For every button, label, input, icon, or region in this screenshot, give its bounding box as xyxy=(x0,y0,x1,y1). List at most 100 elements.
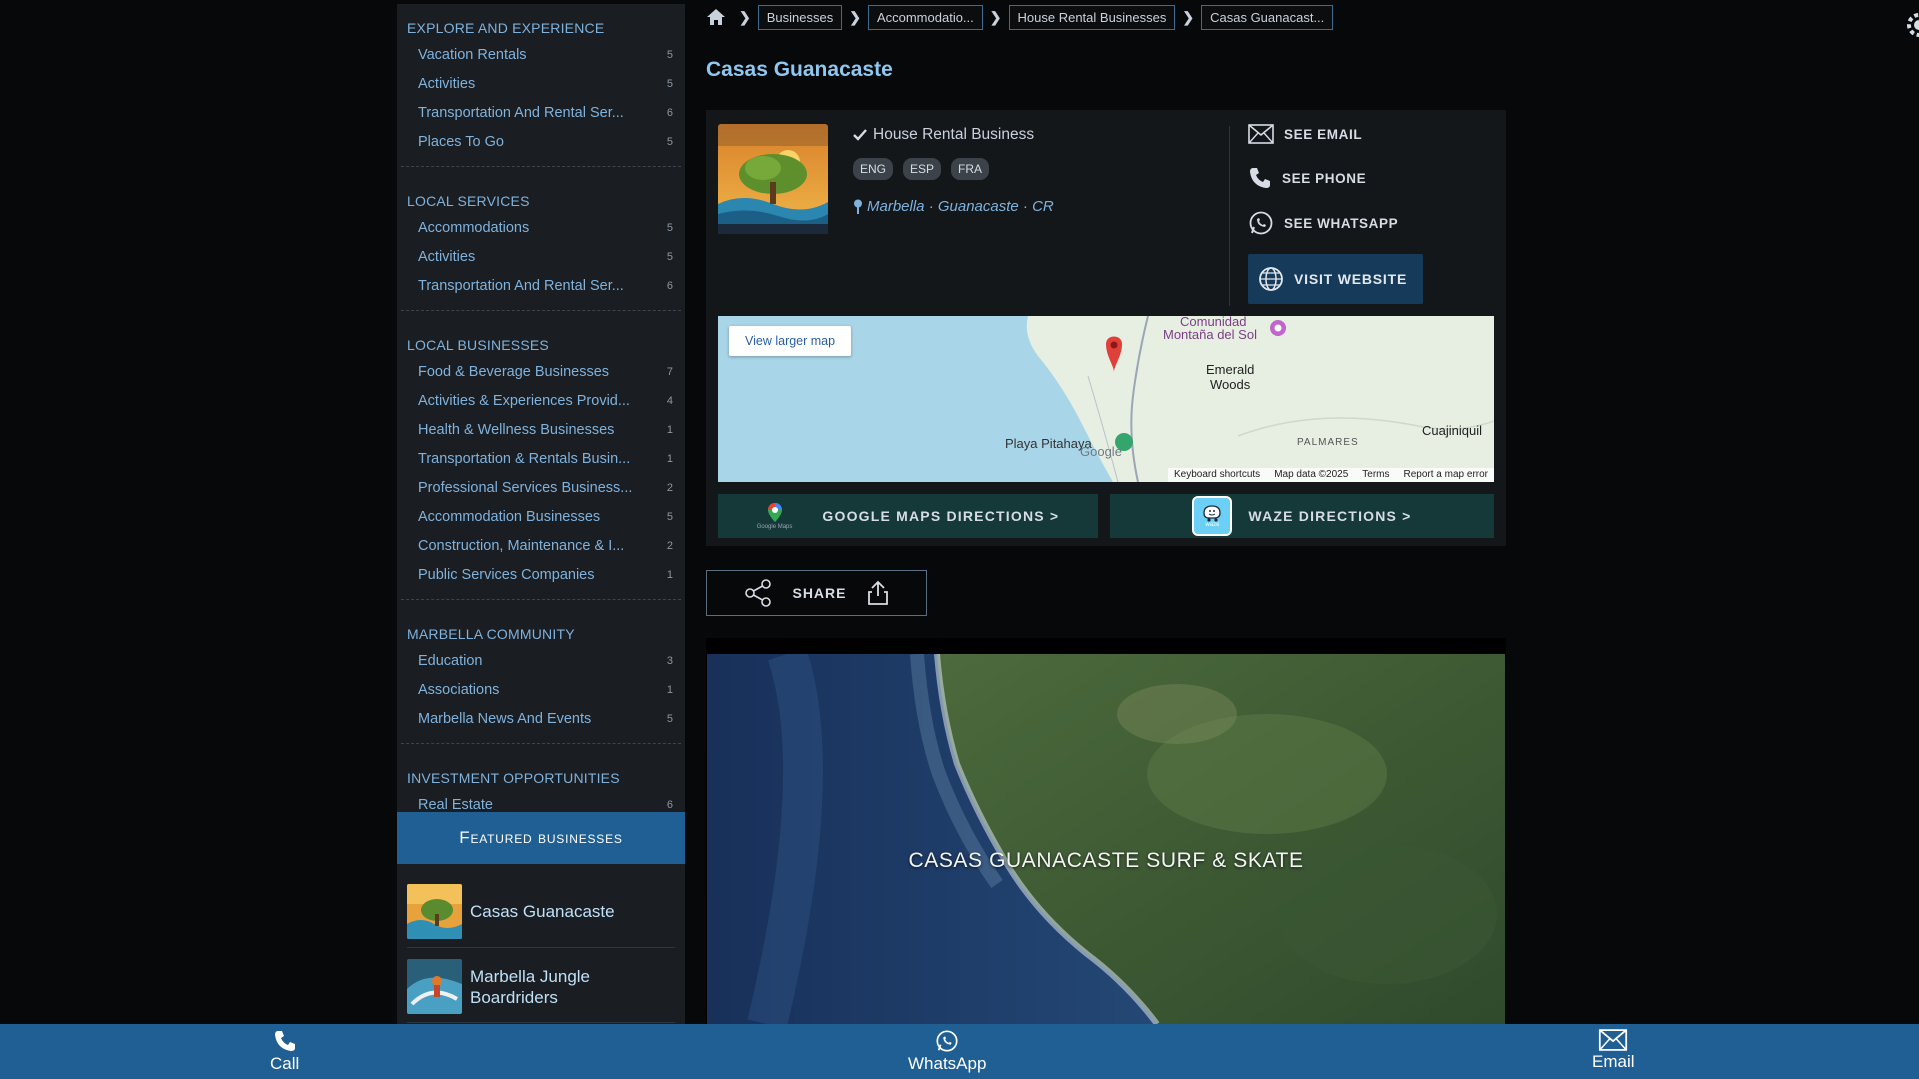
share-nodes-icon xyxy=(745,579,772,607)
email-button[interactable]: Email xyxy=(1592,1029,1635,1072)
sidebar-category-label: Activities & Experiences Provid... xyxy=(418,392,630,409)
sidebar-category-count: 7 xyxy=(666,365,673,378)
call-button[interactable]: Call xyxy=(270,1029,299,1074)
checkmark-icon xyxy=(853,129,867,141)
breadcrumb-current[interactable]: Casas Guanacast... xyxy=(1201,4,1334,30)
sidebar-category-item[interactable]: Transportation And Rental Ser... 6 xyxy=(401,98,681,127)
home-icon[interactable] xyxy=(706,7,726,27)
sidebar-category-label: Transportation And Rental Ser... xyxy=(418,104,624,121)
sidebar-category-item[interactable]: Vacation Rentals 5 xyxy=(401,40,681,69)
sidebar-category-item[interactable]: Transportation And Rental Ser... 6 xyxy=(401,271,681,300)
sidebar-category-count: 5 xyxy=(666,77,673,90)
sidebar-category-label: Places To Go xyxy=(418,133,504,150)
sidebar-category-count: 1 xyxy=(666,452,673,465)
map-label-emerald: Emerald xyxy=(1206,362,1255,377)
featured-item-name: Casas Guanacaste xyxy=(470,902,615,921)
map-label-playa-pitahaya: Playa Pitahaya xyxy=(1005,436,1092,451)
visit-website-button[interactable]: VISIT WEBSITE xyxy=(1248,254,1423,304)
see-phone-button[interactable]: SEE PHONE xyxy=(1248,166,1366,190)
terms-link[interactable]: Terms xyxy=(1362,469,1389,481)
sidebar-category-label: Transportation & Rentals Busin... xyxy=(418,450,631,467)
share-button[interactable]: SHARE xyxy=(706,570,927,616)
whatsapp-icon xyxy=(1249,211,1273,235)
sidebar-section: LOCAL BUSINESSES Food & Beverage Business… xyxy=(401,321,681,600)
view-larger-map-link[interactable]: View larger map xyxy=(729,326,852,356)
sidebar-category-label: Education xyxy=(418,652,483,669)
google-maps-caption: Google Maps xyxy=(756,524,793,530)
breadcrumb-businesses[interactable]: Businesses xyxy=(757,4,843,30)
sidebar-category-item[interactable]: Activities 5 xyxy=(401,69,681,98)
embedded-map[interactable]: View larger map Comunidad Montaña del So… xyxy=(718,316,1494,482)
business-type-label: House Rental Business xyxy=(873,126,1035,143)
category-sections: EXPLORE AND EXPERIENCE Vacation Rentals 5 A… xyxy=(397,4,685,830)
phone-icon xyxy=(274,1031,295,1051)
sidebar-category-count: 5 xyxy=(666,48,673,61)
sidebar-category-item[interactable]: Education 3 xyxy=(401,646,681,675)
sidebar-category-item[interactable]: Activities 5 xyxy=(401,242,681,271)
whatsapp-icon xyxy=(936,1030,958,1052)
sidebar-category-item[interactable]: Activities & Experiences Provid... 4 xyxy=(401,386,681,415)
visit-website-label: VISIT WEBSITE xyxy=(1294,271,1408,287)
bottom-contact-bar: Call WhatsApp Email xyxy=(0,1024,1919,1079)
video-player[interactable]: CASAS GUANACASTE SURF & SKATE xyxy=(706,638,1506,1024)
sidebar: EXPLORE AND EXPERIENCE Vacation Rentals 5 A… xyxy=(397,4,685,1024)
sidebar-category-count: 5 xyxy=(666,712,673,725)
chevron-right-icon: ❯ xyxy=(849,8,861,25)
google-maps-logo: Google Maps xyxy=(756,502,793,530)
sidebar-category-count: 2 xyxy=(666,481,673,494)
sidebar-category-label: Accommodations xyxy=(418,219,530,236)
map-label-palmares: PALMARES xyxy=(1297,437,1359,448)
see-email-button[interactable]: SEE EMAIL xyxy=(1248,124,1362,144)
featured-item-marbella-jungle-boardriders[interactable]: Marbella Jungle Boardriders xyxy=(407,959,675,1023)
gear-icon[interactable] xyxy=(1905,12,1919,38)
report-map-error-link[interactable]: Report a map error xyxy=(1404,469,1488,481)
sidebar-category-item[interactable]: Accommodation Businesses 5 xyxy=(401,502,681,531)
waze-directions-label: WAZE DIRECTIONS > xyxy=(1248,508,1412,524)
featured-businesses-title: Featured businesses xyxy=(459,828,623,847)
marbella-jungle-boardriders-thumbnail xyxy=(407,959,462,1014)
sidebar-section: EXPLORE AND EXPERIENCE Vacation Rentals 5 A… xyxy=(401,4,681,167)
sidebar-category-item[interactable]: Food & Beverage Businesses 7 xyxy=(401,357,681,386)
sidebar-category-label: Public Services Companies xyxy=(418,566,595,583)
language-badge: ESP xyxy=(903,158,942,180)
keyboard-shortcuts-link[interactable]: Keyboard shortcuts xyxy=(1174,469,1260,481)
sidebar-category-label: Professional Services Business... xyxy=(418,479,633,496)
featured-item-casas-guanacaste[interactable]: Casas Guanacaste xyxy=(407,884,675,948)
google-maps-directions-button[interactable]: Google Maps GOOGLE MAPS DIRECTIONS > xyxy=(718,494,1098,538)
featured-businesses-header: Featured businesses xyxy=(397,812,685,864)
sidebar-category-item[interactable]: Public Services Companies 1 xyxy=(401,560,681,589)
breadcrumb-house-rental-businesses[interactable]: House Rental Businesses xyxy=(1008,4,1176,30)
sidebar-category-count: 4 xyxy=(666,394,673,407)
map-label-cuajiniquil: Cuajiniquil xyxy=(1422,423,1482,438)
sidebar-category-item[interactable]: Professional Services Business... 2 xyxy=(401,473,681,502)
video-title: CASAS GUANACASTE SURF & SKATE xyxy=(908,849,1304,872)
sidebar-category-count: 2 xyxy=(666,539,673,552)
breadcrumb: ❯ Businesses ❯ Accommodatio... ❯ House R… xyxy=(706,4,1334,30)
sidebar-category-label: Associations xyxy=(418,681,500,698)
sidebar-category-item[interactable]: Health & Wellness Businesses 1 xyxy=(401,415,681,444)
sidebar-category-item[interactable]: Construction, Maintenance & I... 2 xyxy=(401,531,681,560)
sidebar-category-item[interactable]: Transportation & Rentals Busin... 1 xyxy=(401,444,681,473)
breadcrumb-accommodations[interactable]: Accommodatio... xyxy=(867,4,983,30)
sidebar-section: MARBELLA COMMUNITY Education 3 Associations… xyxy=(401,610,681,744)
see-whatsapp-button[interactable]: SEE WHATSAPP xyxy=(1248,210,1398,236)
waze-logo: waze xyxy=(1192,496,1233,536)
sidebar-category-label: Marbella News And Events xyxy=(418,710,592,727)
sidebar-category-item[interactable]: Places To Go 5 xyxy=(401,127,681,156)
sidebar-category-count: 1 xyxy=(666,683,673,696)
sidebar-category-label: Activities xyxy=(418,248,476,265)
email-label: Email xyxy=(1592,1052,1635,1071)
chevron-right-icon: ❯ xyxy=(1182,8,1195,25)
envelope-icon xyxy=(1599,1029,1628,1051)
see-phone-label: SEE PHONE xyxy=(1282,170,1367,186)
whatsapp-button[interactable]: WhatsApp xyxy=(908,1029,986,1074)
sidebar-category-item[interactable]: Accommodations 5 xyxy=(401,213,681,242)
language-badges: ENG ESP FRA xyxy=(853,158,990,180)
sidebar-section-title: INVESTMENT OPPORTUNITIES xyxy=(407,770,620,786)
business-location[interactable]: Marbella · Guanacaste · CR xyxy=(853,198,1054,215)
waze-directions-button[interactable]: waze WAZE DIRECTIONS > xyxy=(1110,494,1494,538)
upload-icon xyxy=(867,580,888,605)
chevron-right-icon: ❯ xyxy=(989,8,1002,25)
sidebar-category-item[interactable]: Associations 1 xyxy=(401,675,681,704)
sidebar-category-item[interactable]: Marbella News And Events 5 xyxy=(401,704,681,733)
